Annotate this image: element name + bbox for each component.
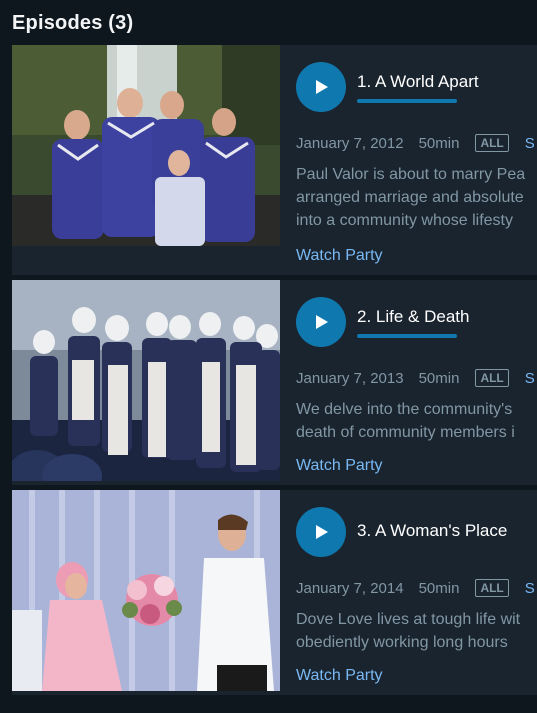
play-button-2[interactable] [296,297,346,347]
release-date: January 7, 2014 [296,579,404,597]
episode-thumbnail-3[interactable] [12,490,280,691]
play-button-1[interactable] [296,62,346,112]
subtitle-indicator: S [524,579,535,597]
thumbnail-image-3 [12,490,280,691]
episode-synopsis-2: We delve into the community's death of c… [296,398,537,444]
progress-bar-1 [357,99,457,103]
play-icon [316,80,328,94]
episode-meta-1: January 7, 2012 50min ALL S [296,134,535,152]
play-button-3[interactable] [296,507,346,557]
synopsis-line: Dove Love lives at tough life wit [296,611,521,628]
synopsis-line: Paul Valor is about to marry Pea [296,166,526,183]
duration: 50min [418,369,460,387]
episode-card-2: 2. Life & Death January 7, 2013 50min AL… [12,280,537,485]
episode-meta-3: January 7, 2014 50min ALL S [296,579,535,597]
release-date: January 7, 2013 [296,369,404,387]
thumbnail-image-2 [12,280,280,481]
synopsis-line: obediently working long hours [296,634,508,651]
progress-bar-2 [357,334,457,338]
release-date: January 7, 2012 [296,134,404,152]
rating-badge: ALL [475,579,509,597]
synopsis-line: death of community members i [296,424,515,441]
subtitle-indicator: S [524,369,535,387]
duration: 50min [418,579,460,597]
episode-synopsis-3: Dove Love lives at tough life wit obedie… [296,608,537,654]
duration: 50min [418,134,460,152]
play-icon [316,525,328,539]
watch-party-link-3[interactable]: Watch Party [296,667,383,685]
synopsis-line: into a community whose lifesty [296,212,513,229]
episode-thumbnail-1[interactable] [12,45,280,246]
episode-meta-2: January 7, 2013 50min ALL S [296,369,535,387]
episode-title-2[interactable]: 2. Life & Death [357,307,469,327]
episode-card-1: 1. A World Apart January 7, 2012 50min A… [12,45,537,275]
episode-card-3: 3. A Woman's Place January 7, 2014 50min… [12,490,537,695]
episode-title-3[interactable]: 3. A Woman's Place [357,521,507,541]
watch-party-link-1[interactable]: Watch Party [296,247,383,265]
section-title: Episodes (3) [12,12,134,34]
rating-badge: ALL [475,134,509,152]
thumbnail-image-1 [12,45,280,246]
synopsis-line: arranged marriage and absolute [296,189,524,206]
subtitle-indicator: S [524,134,535,152]
play-icon [316,315,328,329]
episode-thumbnail-2[interactable] [12,280,280,481]
rating-badge: ALL [475,369,509,387]
episode-synopsis-1: Paul Valor is about to marry Pea arrange… [296,163,537,232]
watch-party-link-2[interactable]: Watch Party [296,457,383,475]
episode-title-1[interactable]: 1. A World Apart [357,72,479,92]
synopsis-line: We delve into the community's [296,401,513,418]
